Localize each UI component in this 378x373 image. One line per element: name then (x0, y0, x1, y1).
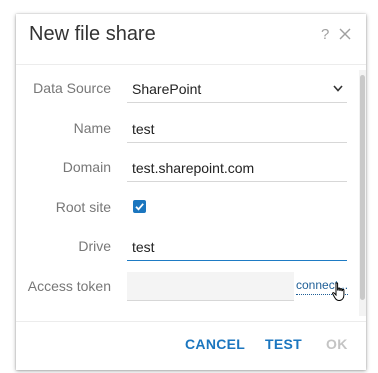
access-token-input[interactable] (127, 272, 294, 301)
chevron-down-icon (333, 85, 343, 92)
name-value: test (132, 121, 155, 137)
drive-input[interactable]: test (127, 232, 347, 261)
data-source-select[interactable]: SharePoint (127, 74, 347, 103)
domain-row: Domain test.sharepoint.com (16, 153, 356, 183)
test-button[interactable]: TEST (265, 336, 302, 352)
data-source-label: Data Source (33, 80, 111, 96)
dialog-title: New file share (29, 23, 156, 45)
new-file-share-dialog: New file share ? Data Source SharePoint … (16, 14, 366, 370)
domain-label: Domain (62, 159, 111, 175)
scrollbar-thumb[interactable] (360, 75, 365, 300)
scrollbar[interactable] (359, 70, 366, 316)
drive-label: Drive (78, 238, 111, 254)
ok-button[interactable]: OK (326, 336, 348, 352)
data-source-value: SharePoint (132, 81, 202, 97)
cancel-button[interactable]: CANCEL (185, 336, 245, 352)
drive-row: Drive test (16, 232, 356, 262)
name-input[interactable]: test (127, 114, 347, 143)
root-site-label: Root site (55, 199, 111, 215)
name-row: Name test (16, 114, 356, 144)
close-icon[interactable] (339, 28, 351, 40)
domain-value: test.sharepoint.com (132, 160, 255, 176)
hand-cursor-icon (332, 282, 345, 302)
checkmark-icon (135, 203, 144, 211)
domain-input[interactable]: test.sharepoint.com (127, 153, 347, 182)
access-token-label: Access token (27, 278, 111, 294)
root-site-checkbox[interactable] (133, 200, 146, 213)
help-icon[interactable]: ? (321, 26, 329, 43)
name-label: Name (73, 120, 111, 136)
root-site-row: Root site (16, 193, 356, 223)
drive-value: test (132, 239, 155, 255)
dialog-body: Data Source SharePoint Name test Domain … (16, 64, 366, 322)
access-token-row: Access token connect... (16, 272, 356, 302)
data-source-row: Data Source SharePoint (16, 74, 356, 104)
